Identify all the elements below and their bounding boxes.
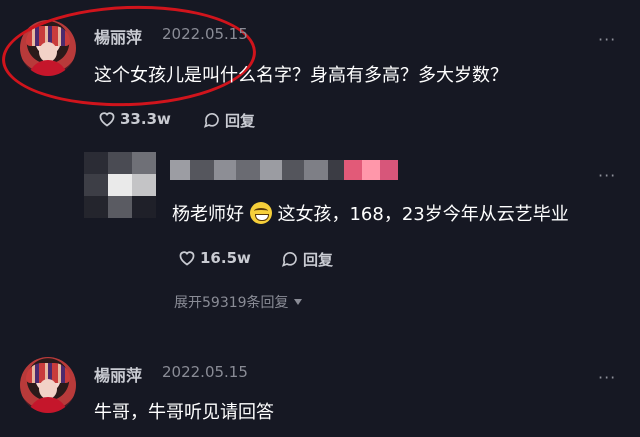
username-blurred[interactable] — [170, 160, 398, 180]
comment-username[interactable]: 楊丽萍 — [94, 362, 142, 386]
avatar-shirt — [28, 397, 68, 413]
reply-label: 回复 — [225, 112, 256, 130]
more-options-button[interactable]: ··· — [598, 30, 616, 49]
heart-icon — [178, 250, 196, 266]
heart-icon — [98, 111, 116, 127]
avatar-blurred[interactable] — [84, 152, 156, 218]
grinning-emoji-icon — [249, 202, 272, 224]
more-options-button[interactable]: ··· — [598, 368, 616, 387]
like-count: 16.5w — [200, 249, 251, 267]
comment-text-prefix: 杨老师好 — [172, 204, 244, 225]
comment-date: 2022.05.15 — [162, 25, 248, 43]
expand-replies-label: 展开59319条回复 — [174, 295, 289, 311]
comment-text-suffix: 这女孩，168，23岁今年从云艺毕业 — [277, 204, 569, 225]
like-button[interactable]: 16.5w — [178, 249, 251, 267]
like-count: 33.3w — [120, 110, 171, 128]
like-button[interactable]: 33.3w — [98, 110, 171, 128]
comment-text: 杨老师好 这女孩，168，23岁今年从云艺毕业 — [172, 200, 569, 226]
comment-date: 2022.05.15 — [162, 363, 248, 381]
reply-bubble-icon — [203, 112, 221, 129]
comment-text: 这个女孩儿是叫什么名字？身高有多高？多大岁数？ — [94, 65, 508, 86]
caret-down-icon — [293, 298, 303, 306]
reply-button[interactable]: 回复 — [203, 110, 255, 131]
reply-button[interactable]: 回复 — [281, 249, 333, 270]
avatar-face — [39, 379, 57, 399]
reply-label: 回复 — [303, 251, 334, 269]
expand-replies-button[interactable]: 展开59319条回复 — [174, 292, 303, 312]
avatar[interactable] — [20, 357, 76, 413]
more-options-button[interactable]: ··· — [598, 166, 616, 185]
comment-username[interactable]: 楊丽萍 — [94, 24, 142, 48]
comment-text: 牛哥，牛哥听见请回答 — [94, 402, 274, 423]
reply-bubble-icon — [281, 251, 299, 268]
highlight-ring — [0, 1, 258, 111]
